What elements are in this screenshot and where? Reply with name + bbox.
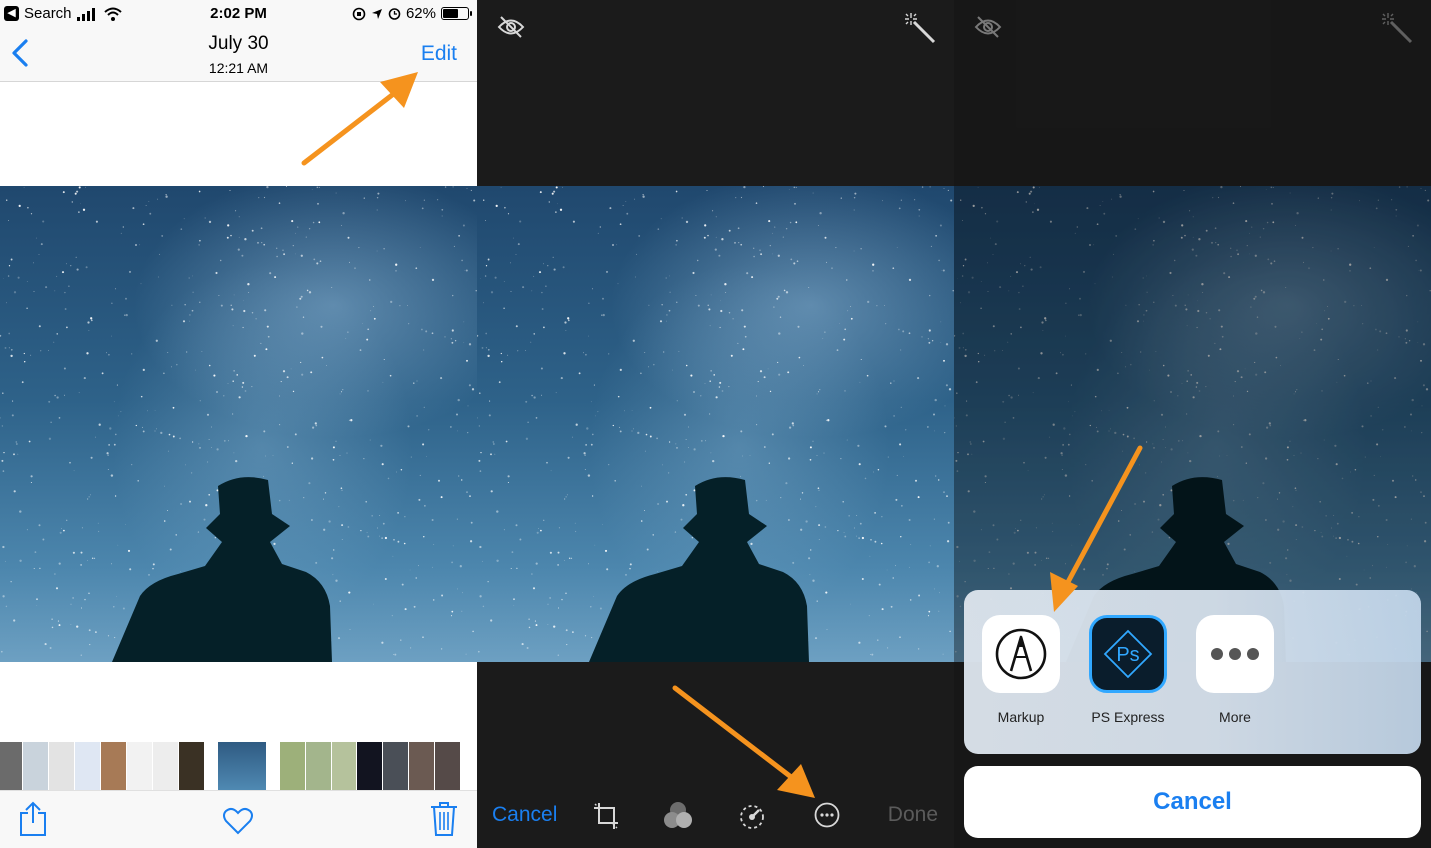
done-button[interactable]: Done xyxy=(888,803,938,827)
share-icon[interactable] xyxy=(18,801,48,837)
thumbnail[interactable] xyxy=(127,742,152,790)
app-ps-express[interactable]: Ps PS Express xyxy=(1088,615,1168,725)
thumbnail-strip[interactable] xyxy=(0,742,477,790)
battery-icon xyxy=(441,7,472,20)
thumbnail[interactable] xyxy=(383,742,408,790)
ps-express-icon: Ps xyxy=(1103,629,1153,679)
thumbnail[interactable] xyxy=(306,742,331,790)
more-dots-icon xyxy=(1211,648,1259,660)
photo-date: July 30 xyxy=(208,33,269,54)
thumbnail[interactable] xyxy=(75,742,100,790)
cancel-button[interactable]: Cancel xyxy=(492,803,557,827)
adjust-icon[interactable] xyxy=(737,801,767,831)
markup-icon xyxy=(995,628,1047,680)
app-label: PS Express xyxy=(1091,709,1165,725)
rotation-lock-icon xyxy=(352,7,366,20)
live-photo-off-icon[interactable] xyxy=(497,14,525,40)
auto-enhance-icon[interactable] xyxy=(904,12,936,44)
extensions-sheet: Markup Ps PS Express More xyxy=(964,590,1421,754)
thumbnail[interactable] xyxy=(49,742,74,790)
photo-time: 12:21 AM xyxy=(208,60,269,76)
thumbnail[interactable] xyxy=(101,742,126,790)
location-icon xyxy=(371,8,382,19)
edit-button[interactable]: Edit xyxy=(421,42,457,66)
battery-percent: 62% xyxy=(405,5,436,22)
heart-icon[interactable] xyxy=(222,807,254,835)
more-icon[interactable] xyxy=(813,801,841,829)
app-more[interactable]: More xyxy=(1195,615,1275,725)
thumbnail[interactable] xyxy=(435,742,460,790)
silhouette xyxy=(112,477,332,662)
nav-bar: July 30 12:21 AM Edit xyxy=(0,28,477,82)
thumbnail[interactable] xyxy=(0,742,22,790)
thumbnail[interactable] xyxy=(280,742,305,790)
extensions-sheet-screen: Markup Ps PS Express More Cancel xyxy=(954,0,1431,848)
app-label: More xyxy=(1219,709,1251,725)
app-markup[interactable]: Markup xyxy=(981,615,1061,725)
svg-text:Ps: Ps xyxy=(1116,644,1139,666)
thumbnail[interactable] xyxy=(23,742,48,790)
sheet-cancel-button[interactable]: Cancel xyxy=(964,766,1421,838)
alarm-icon xyxy=(388,8,401,20)
photo-image xyxy=(477,186,954,662)
thumbnail[interactable] xyxy=(153,742,178,790)
filters-icon[interactable] xyxy=(663,801,693,831)
thumbnail[interactable] xyxy=(409,742,434,790)
app-label: Markup xyxy=(997,709,1045,725)
photo-edit-screen: Cancel Done xyxy=(477,0,954,848)
thumbnail[interactable] xyxy=(179,742,204,790)
photo-image xyxy=(0,186,477,662)
silhouette xyxy=(589,477,809,662)
thumbnail[interactable] xyxy=(332,742,356,790)
trash-icon[interactable] xyxy=(430,801,458,837)
thumbnail-current[interactable] xyxy=(218,742,266,790)
crop-icon[interactable] xyxy=(592,801,620,831)
viewer-toolbar xyxy=(0,790,477,848)
photo-viewer-screen: ◀ Search 2:02 PM 62% July 30 12:21 AM Ed… xyxy=(0,0,477,848)
thumbnail[interactable] xyxy=(357,742,382,790)
status-bar: ◀ Search 2:02 PM 62% xyxy=(0,0,477,28)
edit-toolbar: Cancel Done xyxy=(477,788,954,848)
